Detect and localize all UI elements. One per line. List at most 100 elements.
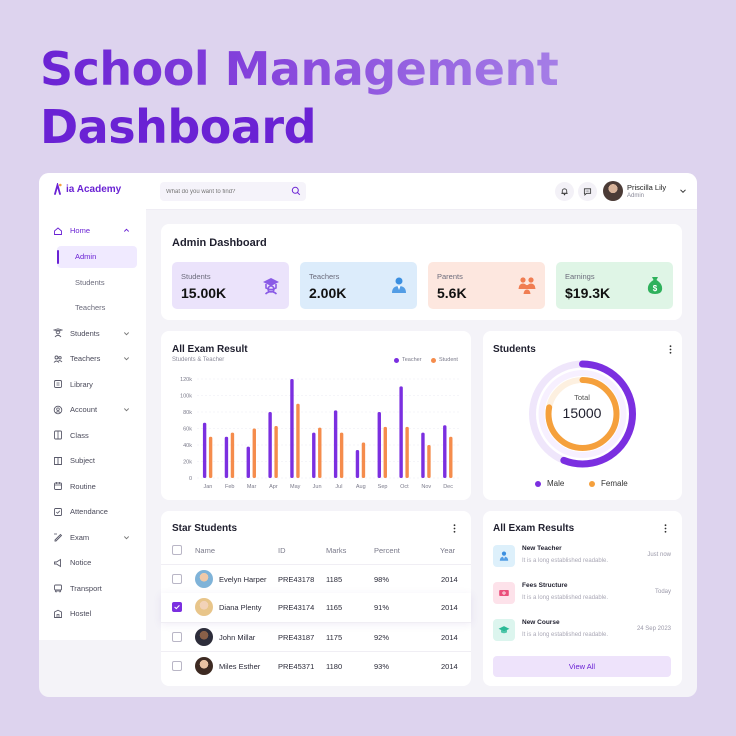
account-icon	[53, 405, 63, 414]
x-tick-label: Aug	[356, 484, 366, 490]
column-header-percent[interactable]: Percent	[374, 546, 400, 555]
sidebar-item-account[interactable]: Account	[39, 397, 146, 423]
user-role: Admin	[627, 193, 645, 199]
stat-card-students[interactable]: Students 15.00K	[172, 262, 289, 309]
chevron-up-icon[interactable]	[123, 227, 130, 234]
sidebar-item-attendance[interactable]: Attendance	[39, 499, 146, 525]
exam-result-item[interactable]: New Teacher It is a long established read…	[493, 543, 671, 579]
bar-teacher	[399, 386, 403, 478]
search-input[interactable]	[166, 188, 284, 195]
chevron-down-icon[interactable]	[123, 355, 130, 362]
exam-result-desc: It is a long established readable.	[522, 595, 609, 601]
sidebar-item-home[interactable]: Home	[39, 218, 146, 244]
stat-card-parents[interactable]: Parents 5.6K	[428, 262, 545, 309]
sidebar-item-label: Library	[70, 379, 93, 389]
student-id: PRE43187	[278, 633, 315, 642]
student-year: 2014	[441, 633, 458, 642]
table-row[interactable]: Miles Esther PRE45371 1180 93% 2014	[161, 651, 471, 680]
table-row[interactable]: Evelyn Harper PRE43178 1185 98% 2014	[161, 564, 471, 593]
legend-male: Male	[535, 479, 564, 488]
exam-result-item[interactable]: Fees Structure It is a long established r…	[493, 580, 671, 616]
column-header-name[interactable]: Name	[195, 546, 215, 555]
more-options-icon[interactable]	[664, 524, 667, 533]
student-year: 2014	[441, 662, 458, 671]
x-tick-label: Nov	[421, 484, 431, 490]
search-icon[interactable]	[291, 186, 301, 196]
brand-logo[interactable]: ia Academy	[53, 183, 121, 195]
sidebar-item-label: Subject	[70, 456, 96, 466]
exam-result-title: New Course	[522, 619, 560, 626]
sidebar-item-library[interactable]: Library	[39, 372, 146, 398]
user-avatar[interactable]	[603, 181, 623, 201]
messages-button[interactable]	[578, 182, 597, 201]
sidebar-item-subject[interactable]: Subject	[39, 448, 146, 474]
sidebar-item-students[interactable]: Students	[39, 321, 146, 347]
exam-result-item[interactable]: New Course It is a long established reada…	[493, 617, 671, 653]
stat-label: Earnings	[565, 272, 595, 281]
sidebar-item-notice[interactable]: Notice	[39, 550, 146, 576]
bar-teacher	[333, 410, 338, 478]
bar-student	[230, 432, 235, 478]
chevron-down-icon[interactable]	[123, 406, 130, 413]
select-all-checkbox[interactable]	[172, 545, 182, 555]
bar-teacher	[421, 432, 425, 478]
student-percent: 98%	[374, 575, 390, 584]
home-icon-wrap	[53, 226, 63, 236]
sidebar-subitem-admin[interactable]: Admin	[57, 245, 137, 268]
student-percent: 93%	[374, 662, 390, 671]
chevron-down-icon[interactable]	[123, 330, 130, 337]
column-header-id[interactable]: ID	[278, 546, 286, 555]
row-checkbox[interactable]	[172, 661, 182, 671]
legend-female-label: Female	[601, 479, 628, 488]
bar-teacher	[246, 446, 250, 478]
column-header-marks[interactable]: Marks	[326, 546, 346, 555]
home-icon	[54, 227, 62, 235]
sidebar-subitem-students[interactable]: Students	[39, 270, 146, 296]
avatar	[195, 598, 213, 616]
sidebar-item-teachers[interactable]: Teachers	[39, 346, 146, 372]
notification-button[interactable]	[555, 182, 574, 201]
row-checkbox[interactable]	[172, 574, 182, 584]
row-checkbox[interactable]	[172, 602, 182, 612]
x-tick-label: Jan	[203, 484, 212, 490]
hero-title: School Management Dashboard	[40, 40, 559, 156]
star-students-card: Star Students Name ID Marks Percent Year…	[161, 511, 471, 686]
sidebar-item-exam[interactable]: Exam	[39, 525, 146, 551]
sidebar-item-routine[interactable]: Routine	[39, 474, 146, 500]
sidebar-item-label: Attendance	[70, 507, 108, 517]
money-bag-icon: $	[647, 277, 663, 294]
student-year: 2014	[441, 603, 458, 612]
sidebar-item-hostel[interactable]: Hostel	[39, 601, 146, 627]
table-row[interactable]: John Millar PRE43187 1175 92% 2014	[161, 622, 471, 651]
column-header-year[interactable]: Year	[440, 546, 455, 555]
money-icon	[499, 590, 509, 596]
hero-title-line2: Dashboard	[40, 100, 317, 154]
sidebar-item-transport[interactable]: Transport	[39, 576, 146, 602]
sidebar-item-class[interactable]: Class	[39, 423, 146, 449]
sidebar-subitem-teachers[interactable]: Teachers	[39, 295, 146, 321]
x-tick-label: Oct	[400, 484, 409, 490]
stat-value: 5.6K	[437, 285, 467, 301]
library-icon	[54, 380, 62, 389]
view-all-button[interactable]: View All	[493, 656, 671, 677]
x-tick-label: Jul	[335, 484, 342, 490]
stat-label: Parents	[437, 272, 463, 281]
chevron-down-icon[interactable]	[123, 534, 130, 541]
stat-value: 15.00K	[181, 285, 227, 301]
chevron-down-icon[interactable]	[679, 187, 687, 195]
stat-card-earnings[interactable]: Earnings $19.3K $	[556, 262, 673, 309]
sidebar-item-label: Hostel	[70, 609, 92, 619]
more-options-icon[interactable]	[453, 524, 456, 533]
y-tick-label: 60k	[183, 427, 192, 433]
attendance-icon-wrap	[53, 507, 63, 517]
class-icon	[54, 430, 62, 440]
student-marks: 1185	[326, 575, 343, 584]
row-checkbox[interactable]	[172, 632, 182, 642]
table-row[interactable]: Diana Plenty PRE43174 1165 91% 2014	[161, 593, 471, 622]
sidebar-item-label: Routine	[70, 481, 96, 491]
stat-card-teachers[interactable]: Teachers 2.00K	[300, 262, 417, 309]
stat-icon: $	[645, 275, 665, 295]
bar-teacher	[224, 436, 229, 478]
graduate-icon	[263, 278, 279, 295]
subject-icon-wrap	[53, 456, 63, 466]
